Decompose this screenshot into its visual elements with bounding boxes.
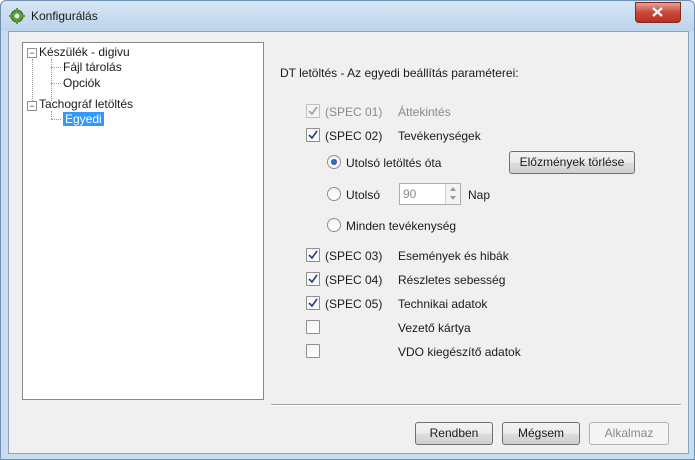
check-icon	[308, 298, 318, 308]
config-window: Konfigurálás − Készülék - digivu Fájl tá…	[0, 0, 695, 460]
panel-heading: DT letöltés - Az egyedi beállítás paramé…	[280, 66, 519, 80]
window-title: Konfigurálás	[31, 9, 98, 23]
collapse-icon[interactable]: −	[27, 48, 37, 58]
spec03-checkbox[interactable]	[306, 248, 320, 262]
collapse-icon[interactable]: −	[27, 101, 37, 111]
tree-line	[51, 83, 61, 84]
spec05-label: Technikai adatok	[398, 297, 488, 311]
check-icon	[308, 250, 318, 260]
spec04-label: Részletes sebesség	[398, 273, 506, 287]
spec04-checkbox[interactable]	[306, 272, 320, 286]
check-icon	[308, 274, 318, 284]
footer-separator	[271, 404, 681, 406]
tree-item-file-storage[interactable]: Fájl tárolás	[63, 60, 122, 74]
driver-card-checkbox[interactable]	[306, 320, 320, 334]
spec04-code: (SPEC 04)	[325, 273, 383, 287]
clear-history-button[interactable]: Előzmények törlése	[509, 151, 635, 174]
tree-line	[51, 67, 61, 68]
spec05-code: (SPEC 05)	[325, 297, 383, 311]
tree-line	[51, 119, 61, 120]
tree-line	[51, 59, 52, 101]
driver-card-label: Vezető kártya	[398, 321, 471, 335]
tree-item-custom[interactable]: Egyedi	[63, 112, 104, 126]
spec02-code: (SPEC 02)	[325, 129, 383, 143]
vdo-extra-checkbox[interactable]	[306, 344, 320, 358]
tree-item-options[interactable]: Opciók	[63, 76, 100, 90]
tree-item-tachograph-download[interactable]: Tachográf letöltés	[39, 97, 133, 111]
spec03-label: Események és hibák	[398, 249, 509, 263]
gear-app-icon	[9, 8, 25, 24]
days-unit-label: Nap	[468, 188, 491, 202]
tree-line	[51, 111, 52, 119]
close-icon	[652, 7, 663, 17]
ok-button[interactable]: Rendben	[415, 422, 493, 445]
tree-item-device[interactable]: Készülék - digivu	[39, 45, 130, 59]
radio-all-activities-label: Minden tevékenység	[346, 219, 457, 233]
radio-last-days-label: Utolsó	[346, 188, 381, 202]
spec05-checkbox[interactable]	[306, 296, 320, 310]
stepper-up-icon[interactable]	[450, 187, 456, 191]
days-stepper[interactable]: 90	[399, 183, 461, 205]
spec02-checkbox[interactable]	[306, 128, 320, 142]
spec01-checkbox[interactable]	[306, 104, 320, 118]
radio-selected-dot	[331, 159, 337, 165]
vdo-extra-label: VDO kiegészítő adatok	[398, 345, 521, 359]
title-bar[interactable]: Konfigurálás	[1, 1, 694, 31]
days-value: 90	[403, 187, 417, 201]
stepper-buttons[interactable]	[445, 184, 460, 204]
radio-since-last-download[interactable]	[327, 155, 341, 169]
close-button[interactable]	[635, 2, 681, 23]
dialog-body: − Készülék - digivu Fájl tárolás Opciók …	[8, 31, 689, 454]
apply-button[interactable]: Alkalmaz	[589, 422, 669, 445]
spec01-label: Áttekintés	[398, 105, 451, 119]
stepper-down-icon[interactable]	[450, 196, 456, 200]
spec02-label: Tevékenységek	[398, 129, 481, 143]
radio-since-last-download-label: Utolsó letöltés óta	[346, 156, 442, 170]
cancel-button[interactable]: Mégsem	[502, 422, 580, 445]
radio-all-activities[interactable]	[327, 218, 341, 232]
spec01-code: (SPEC 01)	[325, 105, 383, 119]
check-icon	[308, 106, 318, 116]
spec03-code: (SPEC 03)	[325, 249, 383, 263]
settings-tree[interactable]: − Készülék - digivu Fájl tárolás Opciók …	[22, 42, 264, 400]
radio-last-days[interactable]	[327, 187, 341, 201]
check-icon	[308, 130, 318, 140]
